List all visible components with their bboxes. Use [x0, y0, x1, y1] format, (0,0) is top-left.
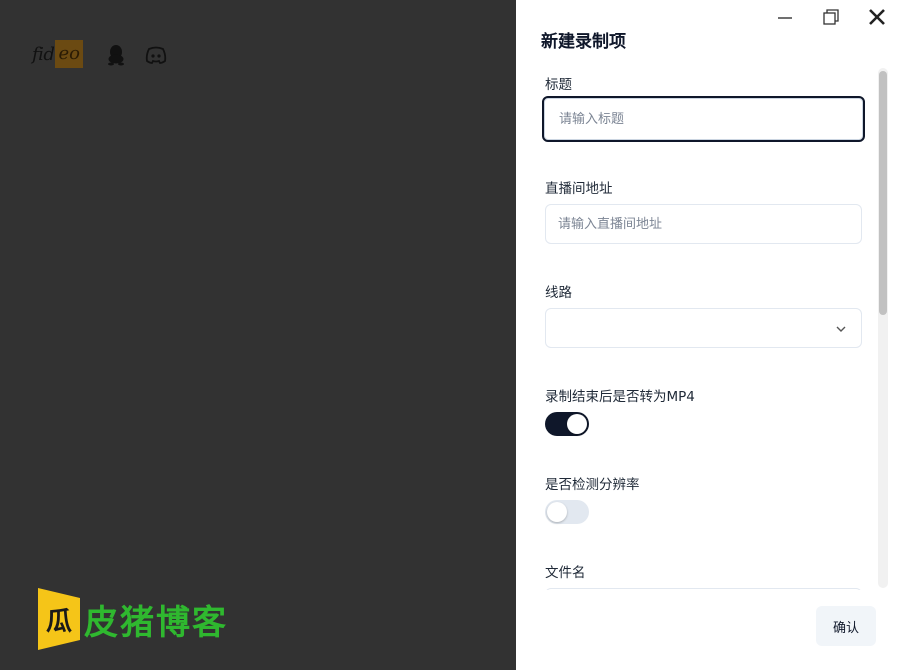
- chevron-down-icon: [836, 326, 846, 332]
- discord-icon[interactable]: [145, 46, 167, 64]
- toggle-knob: [567, 414, 587, 434]
- confirm-button[interactable]: 确认: [816, 606, 876, 646]
- watermark: 瓜 皮猪博客: [38, 588, 228, 650]
- app-backdrop: fid eo 瓜 皮猪博客: [0, 0, 516, 670]
- qq-icon[interactable]: [106, 44, 126, 66]
- title-input[interactable]: [542, 96, 865, 142]
- room-url-input[interactable]: [545, 204, 862, 244]
- line-select[interactable]: [545, 308, 862, 348]
- watermark-text: 皮猪博客: [84, 602, 228, 643]
- detect-resolution-label: 是否检测分辨率: [545, 477, 640, 493]
- convert-mp4-toggle[interactable]: [545, 412, 589, 436]
- filename-input[interactable]: [545, 588, 862, 590]
- close-icon[interactable]: [866, 6, 888, 28]
- line-label: 线路: [545, 285, 572, 301]
- app-logo: fid eo: [32, 40, 83, 68]
- logo-text-left: fid: [32, 43, 55, 65]
- minimize-icon[interactable]: [774, 6, 796, 28]
- scrollbar-thumb[interactable]: [879, 71, 887, 315]
- watermark-badge-text: 瓜: [46, 607, 72, 637]
- form-scrollbar[interactable]: [878, 68, 888, 588]
- new-recording-drawer: 新建录制项 标题 直播间地址 线路 录制结束后是否转为MP4 是否检测分辨率 文…: [516, 0, 900, 670]
- toggle-knob: [547, 502, 567, 522]
- watermark-badge-icon: 瓜: [38, 588, 80, 650]
- title-label: 标题: [545, 77, 572, 93]
- room-url-label: 直播间地址: [545, 181, 613, 197]
- logo-text-right: eo: [55, 40, 83, 68]
- filename-label: 文件名: [545, 565, 586, 581]
- form-scroll-area: 标题 直播间地址 线路 录制结束后是否转为MP4 是否检测分辨率 文件名: [516, 66, 900, 590]
- convert-mp4-label: 录制结束后是否转为MP4: [545, 389, 695, 405]
- drawer-title: 新建录制项: [541, 32, 626, 52]
- maximize-icon[interactable]: [820, 6, 842, 28]
- detect-resolution-toggle[interactable]: [545, 500, 589, 524]
